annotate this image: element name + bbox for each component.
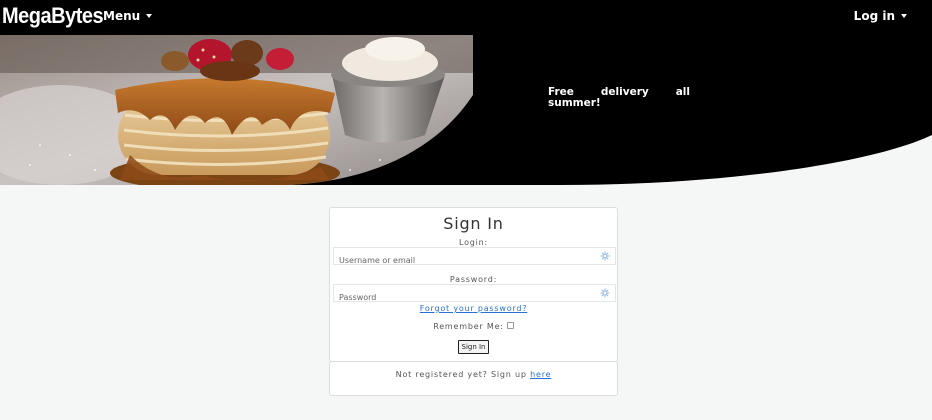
signin-button[interactable]: Sign In (458, 340, 489, 354)
remember-me-label: Remember Me: (433, 322, 504, 331)
key-icon (600, 288, 610, 298)
forgot-password-link[interactable]: Forgot your password? (330, 304, 617, 313)
signup-card: Not registered yet? Sign up here (329, 361, 618, 396)
menu-label: Menu (103, 9, 141, 23)
login-field-label: Login: (458, 238, 489, 247)
hero-tagline: Free delivery all summer! (548, 86, 690, 109)
login-field (333, 247, 616, 269)
hero-background (0, 35, 932, 185)
signup-prompt-text: Not registered yet? Sign up (395, 370, 527, 379)
chevron-down-icon (146, 13, 153, 18)
login-dropdown[interactable]: Log in (854, 9, 907, 23)
signin-title: Sign In (443, 214, 504, 233)
password-field-label: Password: (449, 275, 498, 284)
signup-link[interactable]: here (530, 370, 551, 379)
key-icon (600, 251, 610, 261)
signup-prompt: Not registered yet? Sign up here (330, 370, 617, 379)
top-navbar: MegaBytes Menu Log in (0, 0, 932, 35)
chevron-down-icon (901, 13, 907, 18)
brand-logo[interactable]: MegaBytes (2, 4, 104, 30)
login-label: Log in (853, 9, 895, 23)
remember-me-checkbox[interactable] (506, 322, 514, 329)
signin-card: Sign In Login: Password: Forgot your pas… (329, 207, 618, 362)
hero-banner: Free delivery all summer! (0, 35, 932, 185)
remember-me: Remember Me: (330, 322, 617, 331)
password-field (333, 284, 616, 306)
menu-dropdown[interactable]: Menu (103, 9, 153, 23)
username-input[interactable] (334, 252, 589, 269)
